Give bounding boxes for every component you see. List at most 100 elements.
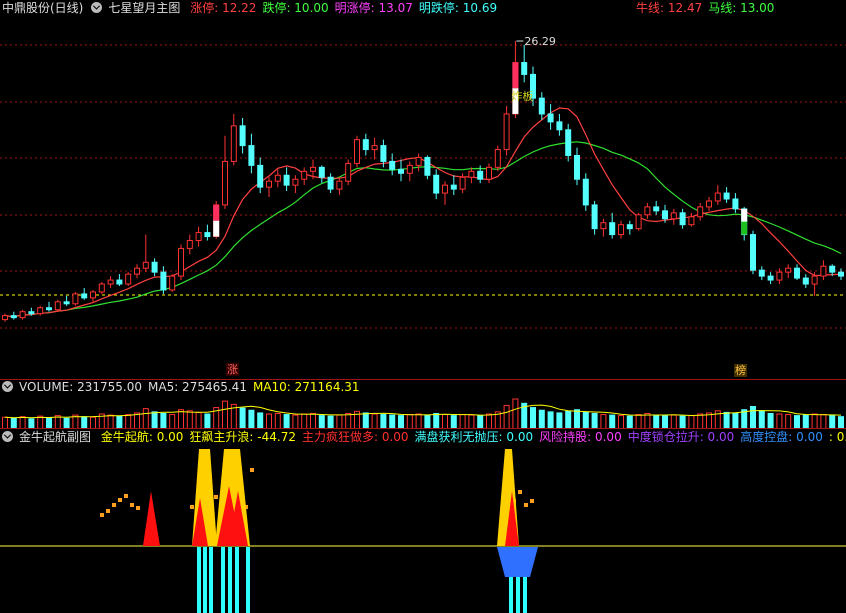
candle-body [626,224,633,230]
main-indicator-item: 跌停: 10.00 [262,1,329,15]
volume-item: MA5: 275465.41 [148,380,247,394]
candle-body [37,307,44,315]
candle-body [653,206,660,212]
volume-bar [459,414,466,429]
volume-bar [134,412,140,429]
volume-bar [336,414,343,429]
signal-candle-bottom [741,221,748,235]
candle-body [266,180,272,188]
volume-bar [723,411,730,429]
volume-bar [371,413,378,429]
candle-body [459,176,466,190]
volume-bar [380,414,387,429]
volume-bar [362,412,369,429]
volume-bar [283,414,290,429]
volume-bar [195,411,202,429]
volume-bar [530,407,536,429]
candle-body [54,301,61,311]
volume-bar [565,410,572,429]
candle-body [28,311,35,315]
candle-body [600,222,607,230]
candle-body [107,279,114,285]
stock-title: 中鼎股份(日线) [2,1,84,15]
candle-body [662,210,668,220]
candle-body [310,166,316,172]
volume-bar [688,415,695,429]
ma-values: 牛线: 12.47 马线: 13.00 [636,0,780,17]
volume-bar [609,414,616,429]
cyan-signal-bar [197,547,201,613]
volume-bar [600,414,607,429]
sub-menu-icon[interactable] [2,431,13,442]
price-chart[interactable]: 26.29 炸板 [0,17,846,379]
signal-bar [518,490,522,494]
signal-bar [124,494,128,498]
candle-body [802,277,809,285]
cyan-signal-bar [228,547,232,613]
candle-body [142,261,149,269]
volume-bar [186,410,193,429]
candle-body [688,216,695,226]
candle-body [838,271,844,277]
candle-body [134,267,140,275]
volume-bar [301,413,308,429]
volume-chart[interactable] [0,396,846,429]
candle-body [670,212,677,220]
signal-candle-bottom [213,220,220,237]
volume-bar [758,410,765,429]
volume-bar [591,412,598,429]
signal-candle-top [741,208,748,222]
volume-bar [512,398,519,429]
candle-body [257,164,264,188]
candle-body [714,192,721,202]
main-indicator-values: 涨停: 12.22 跌停: 10.00 明涨停: 13.07 明跌停: 10.69 [190,1,503,15]
volume-bar [582,411,589,429]
candle-body [354,139,360,164]
candle-body [318,166,325,178]
candle-body [301,170,308,180]
main-indicator-item: 明跌停: 10.69 [418,1,498,15]
candle-body [2,315,8,321]
candle-body [406,164,413,174]
candle-body [222,160,228,206]
signal-bar [136,506,140,510]
volume-bar [662,415,668,429]
volume-bar [644,412,651,429]
candle-body [635,214,642,230]
sub-indicator-item: : 0.00 [828,430,846,444]
candle-body [283,174,290,186]
candle-body [63,301,70,305]
volume-bar [750,406,756,429]
candle-body [609,222,616,236]
main-indicator-item: 明涨停: 13.07 [334,1,413,15]
signal-chart[interactable] [0,446,846,613]
ma-item: 牛线: 12.47 [636,1,703,15]
limit-up-marker: 涨 [226,363,239,376]
volume-bar [767,412,774,429]
candle-body [362,139,369,151]
candle-body [547,113,554,123]
candle-body [160,271,167,291]
volume-bar [785,414,792,429]
volume-bar [538,409,545,429]
signal-bar [106,509,110,513]
candle-body [98,283,105,293]
cyan-signal-bar [246,547,250,613]
candle-body [758,269,765,277]
candle-body [169,275,176,291]
sub-indicator-item: 高度控盘: 0.00 [740,430,823,444]
volume-menu-icon[interactable] [2,381,13,392]
sub-indicator-values: 金牛起航: 0.00 狂飙主升浪: -44.72 主力疯狂做多: 0.00 满盘获利无… [101,430,846,444]
peak-price-label: 26.29 [524,35,556,48]
indicator-menu-icon[interactable] [91,2,103,13]
candle-body [538,97,545,115]
volume-bar [54,415,61,429]
candle-body [424,156,431,176]
candle-body [644,206,651,216]
volume-item: MA10: 271164.31 [252,380,360,394]
sub-header: 金牛起航副图 金牛起航: 0.00 狂飙主升浪: -44.72 主力疯狂做多: 0.… [0,429,846,446]
volume-bar [169,414,176,429]
candle-body [248,145,255,166]
volume-bar [670,414,677,429]
candle-body [582,178,589,206]
